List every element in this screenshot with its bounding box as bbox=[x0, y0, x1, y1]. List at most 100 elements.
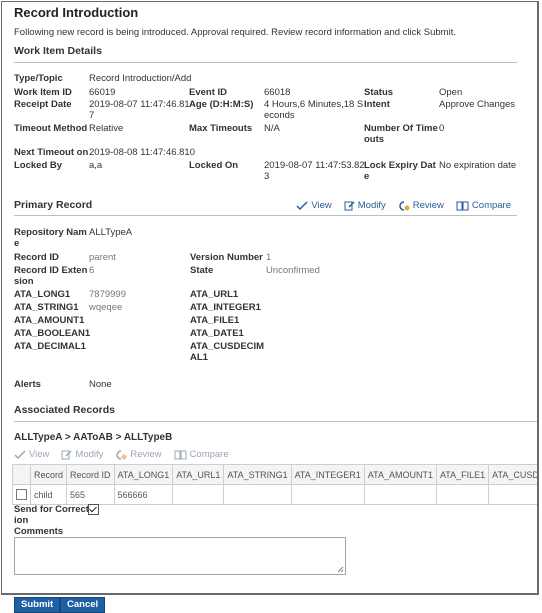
review-icon bbox=[399, 201, 410, 211]
table-cell bbox=[172, 484, 225, 505]
send-for-correction-checkbox[interactable] bbox=[88, 504, 99, 515]
select-column-header bbox=[12, 464, 31, 485]
locked-on-value: 2019-08-07 11:47:53.82 3 bbox=[264, 160, 365, 182]
intent-value: Approve Changes bbox=[439, 99, 516, 110]
ata-cusdecimal1-label: ATA_CUSDECIM AL1 bbox=[190, 341, 265, 363]
receipt-date-value: 2019-08-07 11:47:46.81 7 bbox=[89, 99, 190, 121]
intent-label: Intent bbox=[364, 99, 390, 110]
associated-records-table: Record Record ID ATA_LONG1 ATA_URL1 ATA_… bbox=[12, 464, 537, 505]
table-cell bbox=[223, 484, 292, 505]
row-select-cell bbox=[12, 484, 31, 505]
repository-name-value: ALLTypeA bbox=[89, 227, 133, 238]
cancel-button[interactable]: Cancel bbox=[60, 597, 106, 613]
repository-name-label: Repository Nam e bbox=[14, 227, 87, 249]
lock-expiry-value: No expiration date bbox=[439, 160, 517, 171]
ata-file1-label: ATA_FILE1 bbox=[190, 315, 240, 326]
table-header-row: Record Record ID ATA_LONG1 ATA_URL1 ATA_… bbox=[12, 464, 537, 485]
column-header[interactable]: ATA_URL1 bbox=[172, 464, 225, 485]
ata-url1-label: ATA_URL1 bbox=[190, 289, 239, 300]
alerts-label: Alerts bbox=[14, 379, 41, 390]
primary-record-actions: View Modify Review Compare bbox=[296, 200, 511, 211]
compare-button[interactable]: Compare bbox=[174, 449, 229, 460]
timeout-method-value: Relative bbox=[89, 123, 124, 134]
row-select-checkbox[interactable] bbox=[16, 489, 27, 501]
table-cell bbox=[435, 484, 490, 505]
intro-text: Following new record is being introduced… bbox=[14, 27, 456, 38]
state-value: Unconfirmed bbox=[266, 265, 320, 276]
next-timeout-label: Next Timeout on bbox=[14, 147, 89, 158]
version-number-label: Version Number bbox=[190, 252, 263, 263]
divider bbox=[14, 421, 537, 422]
table-cell: 566666 bbox=[113, 484, 174, 505]
type-topic-label: Type/Topic bbox=[14, 73, 63, 84]
table-row[interactable]: child 565 566666 bbox=[12, 484, 537, 505]
column-header[interactable]: ATA_LONG1 bbox=[113, 464, 174, 485]
primary-record-heading: Primary Record bbox=[14, 199, 93, 211]
column-header[interactable]: Record ID bbox=[66, 464, 115, 485]
ata-amount1-label: ATA_AMOUNT1 bbox=[14, 315, 85, 326]
next-timeout-value: 2019-08-08 11:47:46.810 bbox=[89, 147, 195, 158]
ata-string1-value: wqeqee bbox=[89, 302, 123, 313]
table-cell: child bbox=[29, 484, 68, 505]
view-icon bbox=[14, 449, 26, 459]
comments-label: Comments bbox=[14, 526, 64, 537]
ata-decimal1-label: ATA_DECIMAL1 bbox=[14, 341, 86, 352]
edit-icon bbox=[61, 450, 72, 460]
state-label: State bbox=[190, 265, 214, 276]
resize-grip-icon[interactable] bbox=[337, 566, 344, 573]
review-button[interactable]: Review bbox=[398, 200, 444, 211]
max-timeouts-label: Max Timeouts bbox=[189, 123, 253, 134]
version-number-value: 1 bbox=[266, 252, 272, 263]
column-header[interactable]: ATA_AMOUNT1 bbox=[363, 464, 437, 485]
receipt-date-label: Receipt Date bbox=[14, 99, 72, 110]
locked-on-label: Locked On bbox=[189, 160, 239, 171]
ata-integer1-label: ATA_INTEGER1 bbox=[190, 302, 261, 313]
record-id-extension-label: Record ID Exten sion bbox=[14, 265, 88, 287]
column-header[interactable]: Record bbox=[29, 464, 68, 485]
column-header[interactable]: ATA_INTEGER1 bbox=[290, 464, 365, 485]
table-cell bbox=[290, 484, 365, 505]
review-button[interactable]: Review bbox=[115, 449, 162, 460]
type-topic-value: Record Introduction/Add bbox=[89, 73, 192, 84]
ata-boolean1-label: ATA_BOOLEAN1 bbox=[14, 328, 91, 339]
modify-button[interactable]: Modify bbox=[344, 200, 386, 211]
comments-textarea[interactable] bbox=[14, 537, 346, 575]
status-value: Open bbox=[439, 87, 463, 98]
event-id-value: 66018 bbox=[264, 87, 291, 98]
record-introduction-panel: Record Introduction Following new record… bbox=[1, 1, 539, 595]
locked-by-value: a,a bbox=[89, 160, 103, 171]
record-id-value: parent bbox=[89, 252, 116, 263]
page-title: Record Introduction bbox=[14, 5, 139, 20]
table-cell bbox=[363, 484, 437, 505]
send-for-correction-label: Send for Correct ion bbox=[14, 504, 89, 526]
work-item-details-heading: Work Item Details bbox=[14, 45, 102, 57]
lock-expiry-label: Lock Expiry Dat e bbox=[364, 160, 436, 182]
relationship-breadcrumb: ALLTypeA > AAToAB > ALLTypeB bbox=[14, 432, 173, 443]
review-icon bbox=[116, 450, 127, 460]
alerts-value: None bbox=[89, 379, 112, 390]
view-button[interactable]: View bbox=[296, 200, 332, 211]
edit-icon bbox=[344, 201, 355, 211]
modify-button[interactable]: Modify bbox=[61, 449, 103, 460]
associated-records-heading: Associated Records bbox=[14, 404, 115, 416]
compare-button[interactable]: Compare bbox=[456, 200, 511, 211]
record-id-extension-value: 6 bbox=[89, 265, 95, 276]
ata-long1-label: ATA_LONG1 bbox=[14, 289, 71, 300]
work-item-id-value: 66019 bbox=[89, 87, 116, 98]
column-header[interactable]: ATA_CUSDECIMAL1 bbox=[488, 464, 537, 485]
status-label: Status bbox=[364, 87, 394, 98]
max-timeouts-value: N/A bbox=[264, 123, 280, 134]
submit-button[interactable]: Submit bbox=[14, 597, 61, 613]
ata-string1-label: ATA_STRING1 bbox=[14, 302, 79, 313]
table-cell: 565 bbox=[66, 484, 115, 505]
number-of-timeouts-value: 0 bbox=[439, 123, 445, 134]
divider bbox=[14, 62, 517, 63]
record-id-label: Record ID bbox=[14, 252, 59, 263]
divider bbox=[14, 215, 517, 216]
locked-by-label: Locked By bbox=[14, 160, 63, 171]
work-item-id-label: Work Item ID bbox=[14, 87, 72, 98]
table-cell bbox=[488, 484, 537, 505]
view-button[interactable]: View bbox=[14, 449, 49, 460]
column-header[interactable]: ATA_STRING1 bbox=[223, 464, 292, 485]
column-header[interactable]: ATA_FILE1 bbox=[435, 464, 490, 485]
